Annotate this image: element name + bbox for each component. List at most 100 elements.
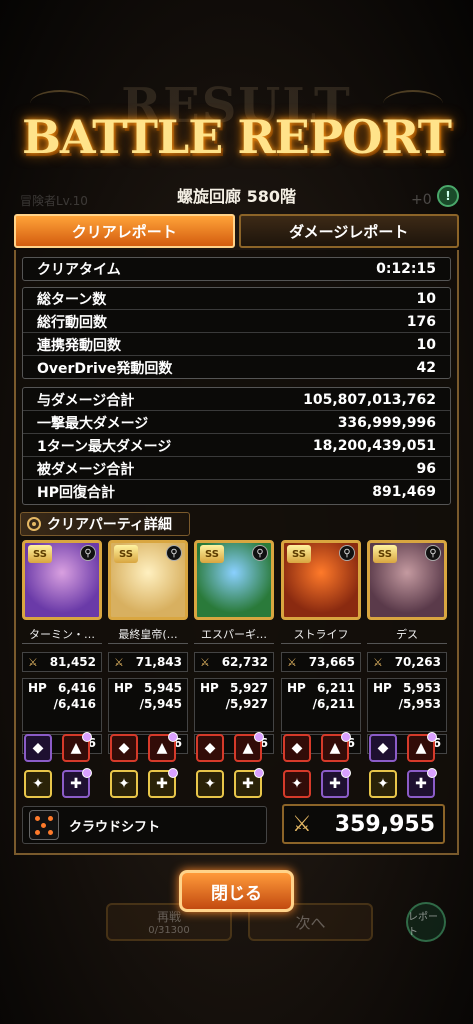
character-portrait[interactable]: SS ⚲ [281, 540, 361, 620]
hp-max: /5,945 [139, 697, 182, 711]
equipment-slot[interactable]: ▲ [407, 732, 437, 762]
tab-damage-report[interactable]: ダメージレポート [238, 214, 459, 248]
character-portrait[interactable]: SS ⚲ [22, 540, 102, 620]
character-name: 最終皇帝(… [108, 626, 188, 644]
character-name: デス [367, 626, 447, 644]
equipment-slot[interactable]: ✦ [369, 770, 397, 798]
weapon-type-icon: ⚲ [80, 545, 96, 561]
hp-current: 6,211 [317, 681, 355, 695]
stat-value: 18,200,439,051 [312, 437, 436, 454]
clear-time-label: クリアタイム [37, 262, 121, 278]
hp-label: HP [287, 681, 306, 695]
stat-row: 総ターン数 10 [23, 288, 450, 310]
equipment-slot[interactable]: ▲ [62, 732, 92, 762]
equipment-slot[interactable]: ✦ [283, 770, 311, 798]
stat-row: 被ダメージ合計 96 [23, 458, 450, 480]
total-power-value: 359,955 [334, 811, 435, 837]
total-power-box: ⚔ 359,955 [282, 804, 445, 844]
dice-icon [29, 810, 59, 840]
equipment-icon: ✚ [70, 776, 82, 792]
plus-badge [82, 768, 92, 778]
stat-label: 1ターン最大ダメージ [37, 438, 172, 455]
character-portrait[interactable]: SS ⚲ [108, 540, 188, 620]
stat-row: OverDrive発動回数 42 [23, 357, 450, 379]
close-label: 閉じる [211, 883, 262, 904]
character-power: 73,665 [308, 655, 355, 669]
hp-box: HP 5,927 /5,927 [194, 678, 274, 732]
info-icon[interactable]: ! [437, 185, 459, 207]
hp-current: 5,953 [403, 681, 441, 695]
stat-row: 1ターン最大ダメージ 18,200,439,051 [23, 435, 450, 457]
hp-box: HP 6,211 /6,211 [281, 678, 361, 732]
equipment-icon: ✚ [156, 776, 168, 792]
stat-label: 与ダメージ合計 [37, 392, 135, 409]
weapon-type-icon: ⚲ [166, 545, 182, 561]
hp-max: /6,416 [53, 697, 96, 711]
equipment-slot[interactable]: ✚ [407, 768, 437, 798]
equipment-icon: ✚ [415, 776, 427, 792]
tab-clear-report[interactable]: クリアレポート [14, 214, 235, 248]
equipment-slot[interactable]: ▲ [321, 732, 351, 762]
equipment-slot[interactable]: ▲ [234, 732, 264, 762]
character-name: ターミン・… [22, 626, 102, 644]
stat-label: 被ダメージ合計 [37, 461, 135, 478]
equipment-slot[interactable]: ◆ [24, 734, 52, 762]
stat-row: 一撃最大ダメージ 336,999,996 [23, 412, 450, 434]
equipment-slot[interactable]: ✚ [62, 768, 92, 798]
equipment-slot[interactable]: ✦ [110, 770, 138, 798]
party-detail-header: クリアパーティ詳細 [20, 512, 190, 536]
crossed-swords-icon: ⚔ [287, 655, 297, 669]
stat-label: 一撃最大ダメージ [37, 415, 149, 432]
equipment-icon: ▲ [415, 740, 427, 756]
hp-label: HP [114, 681, 133, 695]
equipment-icon: ✦ [204, 776, 216, 792]
equipment-slot[interactable]: ✦ [196, 770, 224, 798]
equipment-icon: ✚ [242, 776, 254, 792]
hp-current: 5,945 [144, 681, 182, 695]
equipment-icon: ▲ [242, 740, 254, 756]
weapon-type-icon: ⚲ [425, 545, 441, 561]
character-portrait[interactable]: SS ⚲ [194, 540, 274, 620]
equipment-slot[interactable]: ▲ [148, 732, 178, 762]
power-box: ⚔ 73,665 [281, 652, 361, 672]
stat-row: 連携発動回数 10 [23, 334, 450, 356]
plus-badge [254, 732, 264, 742]
equipment-icon: ◆ [377, 740, 389, 756]
equipment-icon: ✦ [118, 776, 130, 792]
crossed-swords-icon: ⚔ [28, 655, 38, 669]
stat-value: 42 [416, 360, 436, 376]
equipment-slot[interactable]: ✚ [148, 768, 178, 798]
equipment-slot[interactable]: ◆ [110, 734, 138, 762]
equipment-slot[interactable]: ◆ [196, 734, 224, 762]
plus-badge [427, 732, 437, 742]
damage-stats-box: 与ダメージ合計 105,807,013,762 一撃最大ダメージ 336,999,9… [22, 387, 451, 505]
report-label: レポート [408, 912, 438, 938]
character-power: 81,452 [49, 655, 96, 669]
hp-max: /6,211 [312, 697, 355, 711]
report-icon[interactable]: レポート [406, 902, 446, 942]
equipment-slot[interactable]: ✚ [321, 768, 351, 798]
hp-label: HP [373, 681, 392, 695]
equipment-slot[interactable]: ◆ [283, 734, 311, 762]
power-box: ⚔ 70,263 [367, 652, 447, 672]
power-box: ⚔ 81,452 [22, 652, 102, 672]
equipment-slot[interactable]: ✚ [234, 768, 264, 798]
close-button[interactable]: 閉じる [179, 870, 294, 912]
equipment-slot[interactable]: ✦ [24, 770, 52, 798]
stat-value: 105,807,013,762 [303, 391, 436, 408]
cloud-shift-box[interactable]: クラウドシフト [22, 806, 267, 844]
equipment-icon: ◆ [118, 740, 130, 756]
hp-current: 5,927 [230, 681, 268, 695]
stat-row: HP回復合計 891,469 [23, 481, 450, 503]
character-portrait[interactable]: SS ⚲ [367, 540, 447, 620]
battle-report-title: BATTLE REPORT [22, 110, 452, 164]
hp-max: /5,927 [225, 697, 268, 711]
character-power: 62,732 [221, 655, 268, 669]
title-area: RESULT BATTLE REPORT [0, 68, 473, 188]
turn-stats-box: 総ターン数 10 総行動回数 176 連携発動回数 10 OverDrive発動回数 4… [22, 287, 451, 379]
stat-label: OverDrive発動回数 [37, 361, 173, 377]
equipment-icon: ✦ [32, 776, 44, 792]
clear-time-value: 0:12:15 [376, 261, 436, 277]
equipment-icon: ✦ [377, 776, 389, 792]
equipment-slot[interactable]: ◆ [369, 734, 397, 762]
